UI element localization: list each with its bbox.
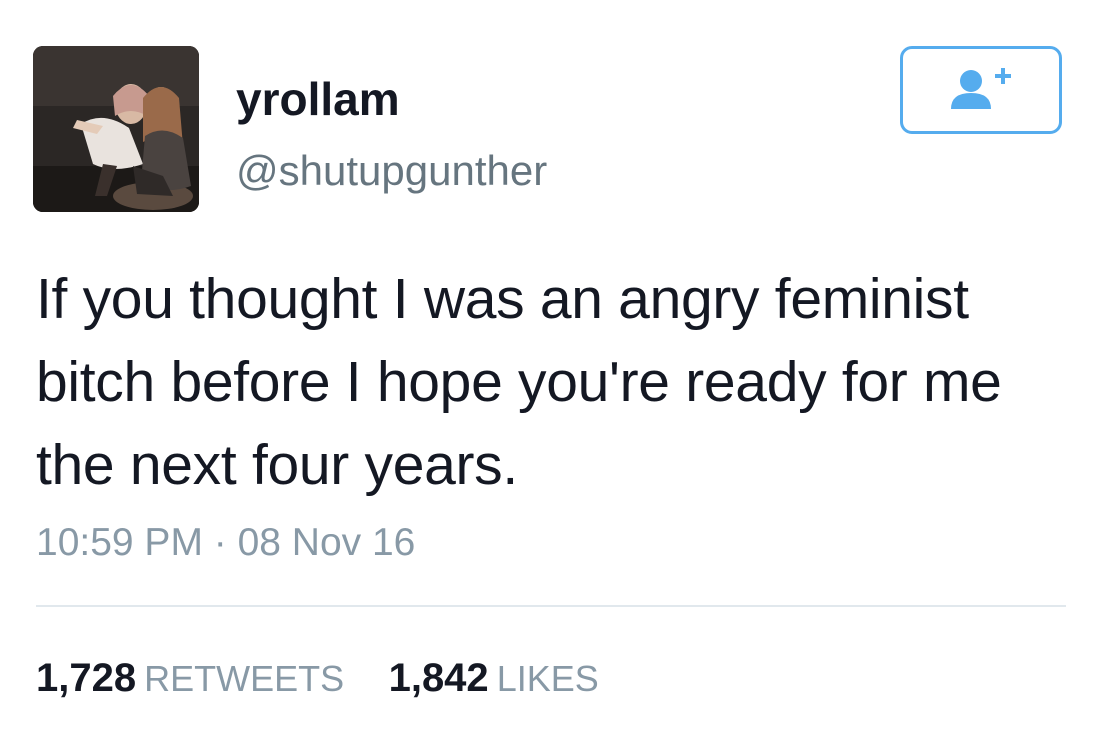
divider [36, 605, 1066, 607]
likes-label: LIKES [496, 658, 599, 699]
add-user-icon [951, 68, 1011, 109]
likes-stat[interactable]: 1,842 LIKES [389, 654, 599, 711]
tweet-text: If you thought I was an angry feminist b… [36, 258, 1076, 507]
retweets-count: 1,728 [36, 656, 137, 700]
tweet-timestamp[interactable]: 10:59 PM · 08 Nov 16 [36, 520, 415, 566]
avatar[interactable] [33, 46, 199, 212]
retweets-stat[interactable]: 1,728 RETWEETS [36, 654, 344, 711]
tweet-text-line: bitch before I hope you're ready for me [36, 350, 1002, 414]
retweets-label: RETWEETS [144, 658, 345, 699]
display-name[interactable]: yrollam [236, 72, 400, 126]
tweet-text-line: If you thought I was an angry feminist [36, 267, 969, 331]
tweet-card: yrollam @shutupgunther If you thought I … [0, 0, 1100, 738]
tweet-text-line: the next four years. [36, 433, 518, 497]
follow-button[interactable] [900, 46, 1062, 134]
likes-count: 1,842 [388, 656, 489, 700]
user-handle[interactable]: @shutupgunther [236, 146, 547, 196]
tweet-stats: 1,728 RETWEETS 1,842 LIKES [36, 654, 639, 711]
avatar-photo [33, 46, 199, 212]
